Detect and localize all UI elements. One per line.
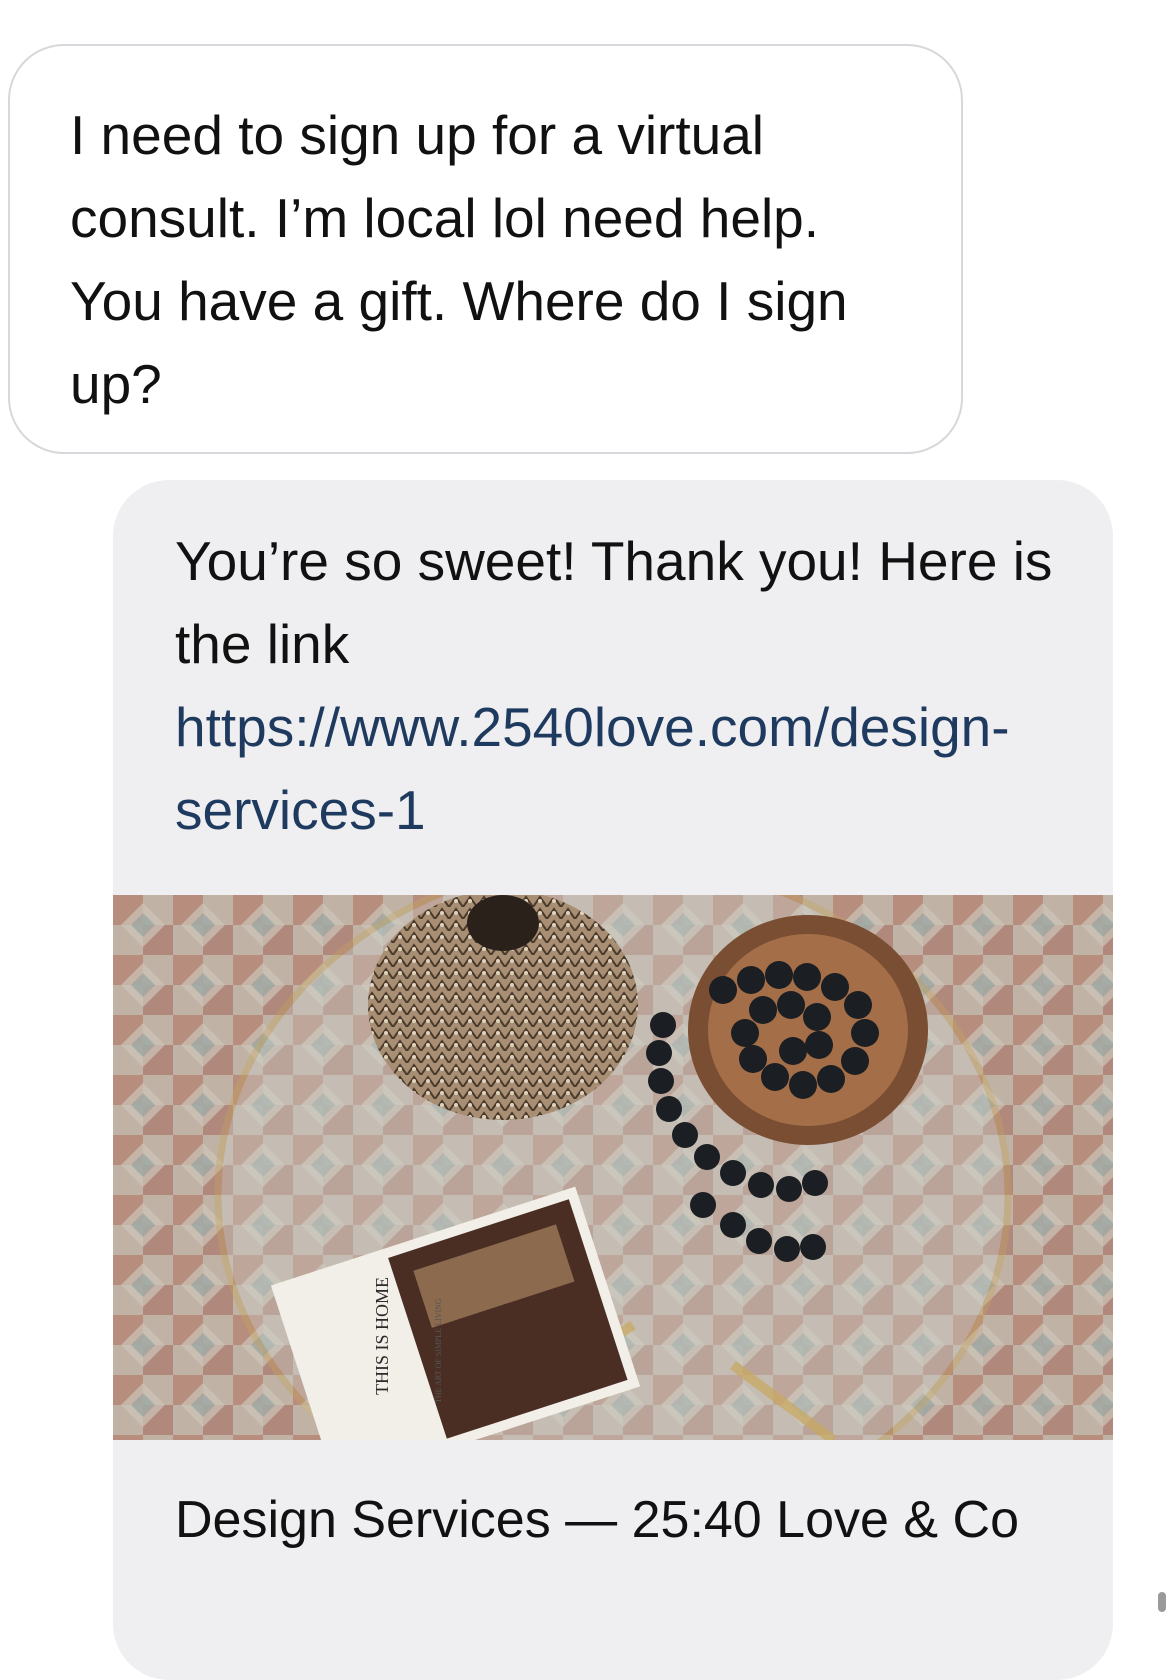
outgoing-message-bubble[interactable]: You’re so sweet! Thank you! Here is the … — [113, 480, 1113, 1680]
book-title: THIS IS HOME — [372, 1277, 392, 1395]
incoming-message-text: I need to sign up for a virtual consult.… — [70, 104, 848, 415]
reply-text: You’re so sweet! Thank you! Here is the … — [175, 530, 1053, 675]
outgoing-message-text: You’re so sweet! Thank you! Here is the … — [175, 520, 1055, 852]
scroll-indicator — [1158, 1592, 1166, 1612]
incoming-message-bubble[interactable]: I need to sign up for a virtual consult.… — [8, 44, 963, 454]
message-link[interactable]: https://www.2540love.com/design-services… — [175, 696, 1010, 841]
book-subtitle: THE ART OF SIMPLE LIVING — [434, 1298, 443, 1403]
link-preview-title[interactable]: Design Services — 25:40 Love & Co — [175, 1481, 1055, 1559]
link-preview-image[interactable]: THIS IS HOME THE ART OF SIMPLE LIVING — [113, 895, 1113, 1440]
